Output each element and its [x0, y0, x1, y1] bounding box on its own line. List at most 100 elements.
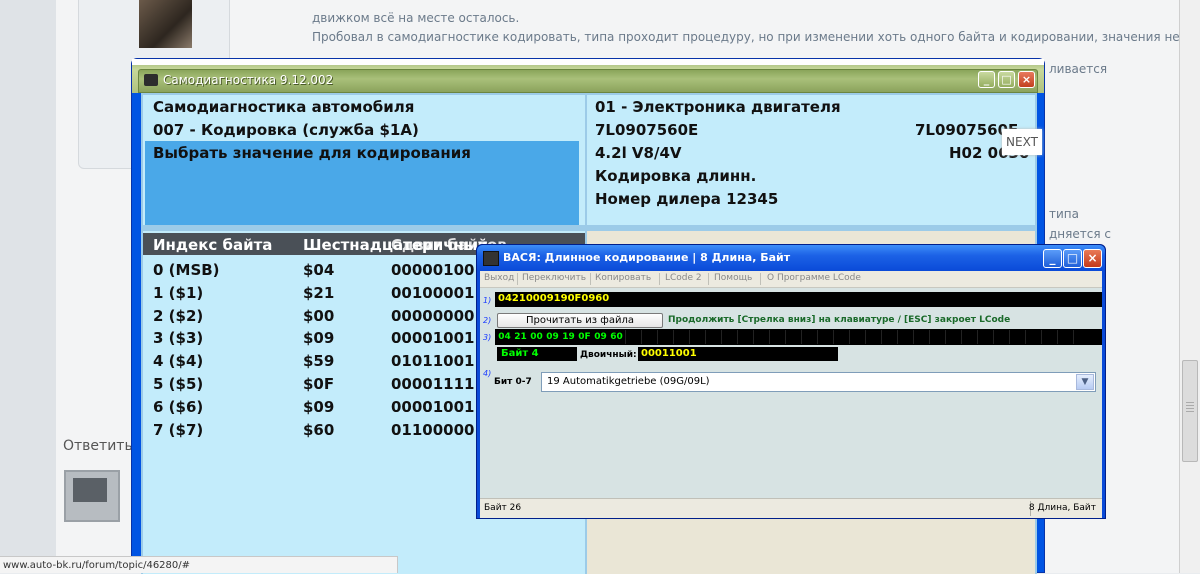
maximize-button[interactable]: □	[998, 71, 1015, 88]
empty-byte-cell	[705, 330, 721, 344]
empty-byte-cell	[849, 330, 865, 344]
car-icon	[144, 74, 158, 86]
app-icon	[483, 251, 499, 266]
chevron-down-icon[interactable]: ▼	[1076, 374, 1094, 390]
coding-value: 04210009190F0960	[498, 293, 610, 304]
status-byte-count: Байт 26	[484, 503, 522, 513]
monitor-icon	[64, 470, 120, 522]
ecu-engine: 4.2l V8/4V	[595, 144, 682, 162]
binary-cell: 01011001	[391, 352, 475, 371]
hex-byte-cell[interactable]: 60	[609, 330, 624, 344]
header-byte-index: Индекс байта	[153, 236, 273, 254]
dialog-minimize-button[interactable]: _	[1043, 249, 1062, 268]
close-icon: ×	[1021, 73, 1032, 86]
empty-byte-cell	[977, 330, 993, 344]
ecu-dealer-number: Номер дилера 12345	[595, 190, 779, 208]
menu-separator	[659, 273, 660, 285]
binary-cell: 00001111	[391, 375, 475, 393]
next-button[interactable]: NEXT	[1002, 129, 1042, 155]
empty-byte-cell	[721, 330, 737, 344]
post-text-fragment: дняется с	[1049, 227, 1111, 241]
byte-index-cell: 2 ($2)	[153, 306, 204, 325]
empty-byte-cell	[801, 330, 817, 344]
post-text-fragment: ливается	[1049, 62, 1108, 76]
binary-cell: 00001001	[391, 397, 475, 416]
hex-cell: $04	[303, 261, 335, 279]
hex-byte-cell[interactable]: 0F	[577, 330, 592, 344]
dialog-maximize-button[interactable]: □	[1063, 249, 1082, 268]
dialog-body: Выход Переключить Копировать LCode 2 Пом…	[480, 271, 1102, 518]
close-button[interactable]: ×	[1018, 71, 1035, 88]
empty-byte-cell	[1073, 330, 1089, 344]
menu-help[interactable]: Помощь	[714, 273, 752, 283]
lcode-dialog: ВАСЯ: Длинное кодирование | 8 Длина, Бай…	[476, 244, 1106, 519]
empty-byte-cell	[993, 330, 1009, 344]
byte-index-cell: 6 ($6)	[153, 397, 204, 416]
close-icon: ×	[1087, 251, 1098, 265]
empty-byte-cell	[641, 330, 657, 344]
empty-byte-cell	[673, 330, 689, 344]
selected-byte-label: Байт 4	[497, 347, 577, 361]
keyboard-hint: Продолжить [Стрелка вниз] на клавиатуре …	[668, 315, 1011, 325]
session-title: Самодиагностика автомобиля	[153, 98, 415, 116]
browser-statusbar: www.auto-bk.ru/forum/topic/46280/#	[0, 556, 398, 573]
dialog-menubar: Выход Переключить Копировать LCode 2 Пом…	[480, 271, 1102, 288]
hex-byte-cell[interactable]: 09	[545, 330, 560, 344]
menu-about[interactable]: О Программе LCode	[767, 273, 861, 283]
hex-byte-cell[interactable]: 09	[593, 330, 608, 344]
reply-heading[interactable]: Ответить	[63, 438, 133, 454]
bit-range-label: Бит 0-7	[494, 377, 532, 387]
ecu-coding-type: Кодировка длинн.	[595, 167, 757, 185]
hex-byte-cell[interactable]: 00	[529, 330, 544, 344]
byte-index-cell: 5 ($5)	[153, 375, 204, 393]
empty-byte-cell	[737, 330, 753, 344]
byte-index-cell: 7 ($7)	[153, 420, 204, 439]
binary-value: 00011001	[638, 347, 838, 361]
binary-cell: 00100001	[391, 283, 475, 302]
window-titlebar[interactable]: Самодиагностика 9.12.002 _ □ ×	[132, 59, 1044, 93]
empty-byte-cell	[945, 330, 961, 344]
menu-separator	[517, 273, 518, 285]
dialog-statusbar: Байт 26 8 Длина, Байт	[480, 498, 1102, 518]
hex-byte-cell[interactable]: 19	[561, 330, 576, 344]
empty-byte-cell	[817, 330, 833, 344]
session-instruction: Выбрать значение для кодирования	[153, 144, 471, 162]
hex-byte-cell[interactable]: 04	[497, 330, 512, 344]
binary-cell: 00000100	[391, 261, 475, 279]
menu-separator	[708, 273, 709, 285]
dialog-title: ВАСЯ: Длинное кодирование | 8 Длина, Бай…	[503, 251, 791, 264]
hex-byte-cell[interactable]: 21	[513, 330, 528, 344]
byte-index-cell: 1 ($1)	[153, 283, 204, 302]
empty-byte-cell	[1057, 330, 1073, 344]
empty-byte-cell	[625, 330, 641, 344]
read-from-file-button[interactable]: Прочитать из файла	[497, 313, 663, 328]
user-avatar[interactable]	[139, 0, 192, 48]
maximize-icon: □	[1001, 73, 1012, 86]
coding-option-select[interactable]: 19 Automatikgetriebe (09G/09L) ▼	[541, 372, 1096, 392]
empty-byte-cell	[833, 330, 849, 344]
empty-byte-cell	[929, 330, 945, 344]
coding-field[interactable]: 04210009190F0960	[495, 292, 1102, 307]
byte-index-cell: 0 (MSB)	[153, 261, 220, 279]
dialog-close-button[interactable]: ×	[1083, 249, 1102, 268]
row-number: 1)	[483, 296, 492, 305]
dialog-titlebar[interactable]: ВАСЯ: Длинное кодирование | 8 Длина, Бай…	[477, 245, 1105, 271]
menu-exit[interactable]: Выход	[484, 273, 514, 283]
empty-byte-cell	[1041, 330, 1057, 344]
menu-switch[interactable]: Переключить	[522, 273, 586, 283]
minimize-button[interactable]: _	[978, 71, 995, 88]
menu-copy[interactable]: Копировать	[595, 273, 651, 283]
menu-lcode2[interactable]: LCode 2	[665, 273, 702, 283]
maximize-icon: □	[1066, 251, 1079, 265]
row-number: 4)	[483, 369, 492, 378]
window-titlebar-bar[interactable]: Самодиагностика 9.12.002 _ □ ×	[138, 69, 1038, 93]
empty-byte-cell	[897, 330, 913, 344]
hex-cell: $59	[303, 352, 335, 371]
select-value: 19 Automatikgetriebe (09G/09L)	[547, 376, 710, 387]
empty-byte-cell	[881, 330, 897, 344]
window-title: Самодиагностика 9.12.002	[163, 73, 334, 87]
page-left-gutter	[0, 0, 56, 573]
grip-icon	[1186, 402, 1194, 414]
page-scrollbar[interactable]	[1179, 0, 1200, 573]
hex-cell: $0F	[303, 375, 335, 393]
